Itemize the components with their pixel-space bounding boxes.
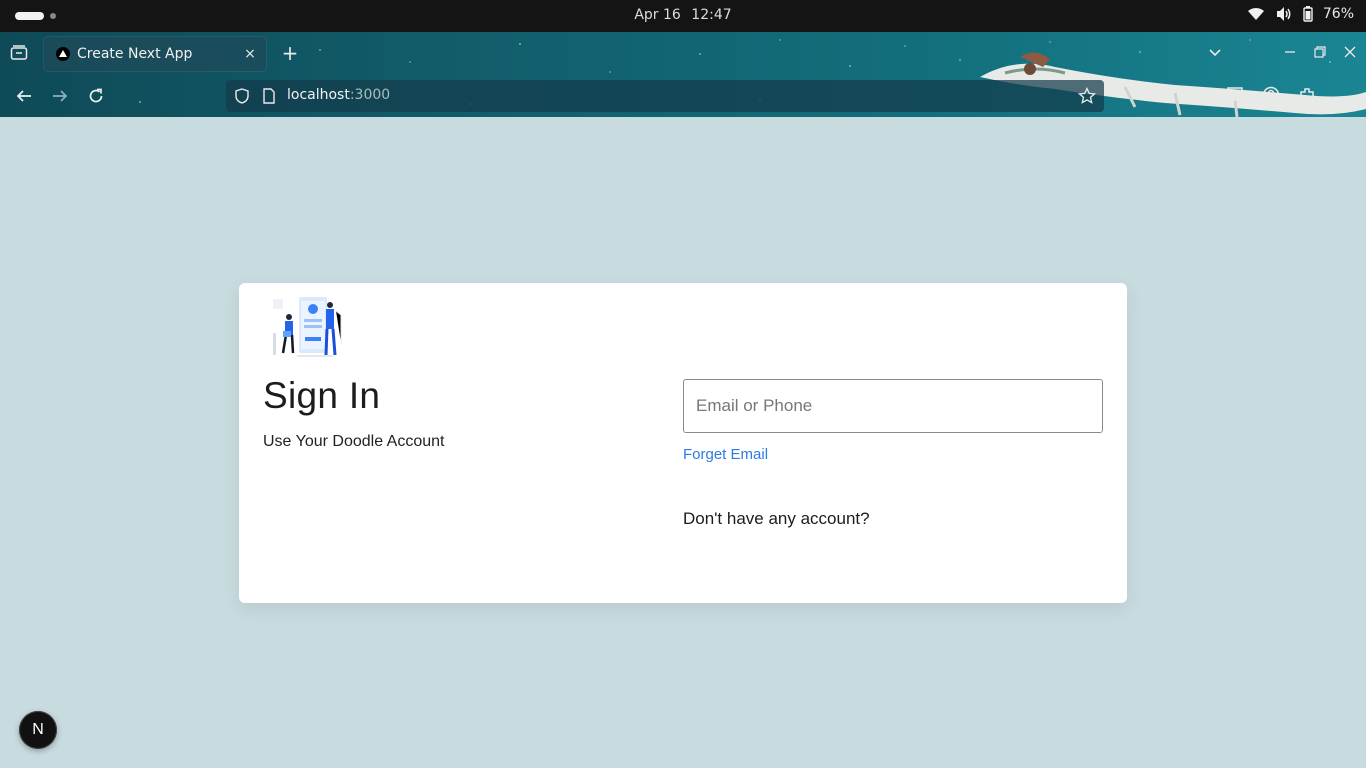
chevron-down-icon	[1209, 49, 1221, 57]
shield-icon[interactable]	[234, 88, 250, 104]
sign-in-illustration	[273, 297, 342, 357]
restore-icon	[1314, 46, 1326, 58]
tab-title: Create Next App	[77, 46, 193, 62]
tab-overview-icon	[10, 45, 28, 60]
wifi-icon	[1247, 7, 1264, 20]
url-host: localhost	[287, 87, 350, 103]
battery-percentage: 76%	[1322, 6, 1354, 22]
star-icon[interactable]	[1078, 87, 1096, 105]
back-button[interactable]	[14, 86, 34, 106]
list-all-tabs-button[interactable]	[1207, 44, 1223, 64]
close-window-button[interactable]	[1342, 44, 1358, 60]
os-time: 12:47	[691, 7, 732, 23]
battery-icon	[1303, 6, 1313, 22]
minimize-button[interactable]	[1282, 44, 1298, 60]
page-icon[interactable]	[262, 88, 276, 104]
extensions-icon	[1300, 88, 1314, 102]
back-icon	[16, 90, 31, 102]
pocket-icon	[1227, 87, 1243, 101]
volume-icon	[1276, 7, 1291, 21]
account-icon	[1262, 86, 1280, 104]
close-icon[interactable]: ×	[242, 46, 258, 62]
url-bar[interactable]: localhost:3000	[226, 80, 1104, 112]
extensions-button[interactable]	[1298, 86, 1316, 104]
reload-icon	[89, 88, 103, 103]
account-button[interactable]	[1262, 86, 1280, 104]
plus-icon[interactable]: +	[280, 43, 300, 63]
no-account-text: Don't have any account?	[683, 509, 870, 528]
window-controls	[1282, 44, 1358, 60]
page-subtitle: Use Your Doodle Account	[263, 433, 445, 450]
restore-button[interactable]	[1312, 44, 1328, 60]
url-text[interactable]: localhost:3000	[287, 87, 390, 103]
reload-button[interactable]	[86, 86, 106, 106]
os-top-bar: Apr 16 12:47 76%	[0, 0, 1366, 32]
page-title: Sign In	[263, 375, 381, 416]
minimize-icon	[1285, 51, 1295, 53]
tab-create-next-app[interactable]: Create Next App ×	[44, 37, 266, 71]
close-icon	[1344, 46, 1356, 58]
sign-in-card: Sign In Use Your Doodle Account Forget E…	[239, 283, 1127, 603]
pocket-button[interactable]	[1226, 86, 1244, 102]
forward-icon	[53, 90, 68, 102]
browser-chrome: Create Next App × + localhost:3000	[0, 32, 1366, 117]
forget-email-link[interactable]: Forget Email	[683, 446, 768, 463]
email-or-phone-input[interactable]	[683, 379, 1103, 433]
url-port: :3000	[349, 87, 391, 103]
nextjs-dev-indicator-button[interactable]: N	[19, 711, 57, 749]
os-date: Apr 16	[634, 7, 681, 23]
nextjs-favicon-icon	[56, 47, 70, 61]
os-clock[interactable]: Apr 16 12:47	[0, 7, 1366, 23]
forward-button[interactable]	[50, 86, 70, 106]
system-tray[interactable]: 76%	[1247, 6, 1354, 22]
tab-overview-button[interactable]	[10, 45, 28, 65]
